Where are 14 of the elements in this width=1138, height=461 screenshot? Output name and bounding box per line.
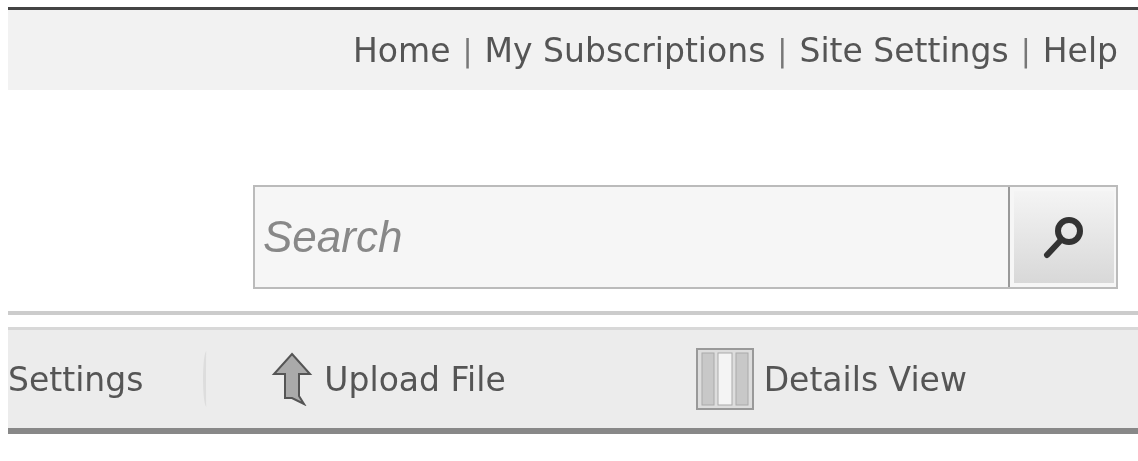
nav-link[interactable]: Help xyxy=(1042,30,1118,70)
separator: | xyxy=(1020,32,1031,68)
up-arrow-icon xyxy=(270,352,315,406)
nav-link[interactable]: Home xyxy=(353,30,451,70)
separator: | xyxy=(462,32,473,68)
search-field[interactable]: Search xyxy=(253,185,1118,289)
columns-icon xyxy=(695,348,754,410)
upload-file-button[interactable]: Upload File xyxy=(270,352,506,406)
nav-link[interactable]: My Subscriptions xyxy=(484,30,766,70)
nav-link[interactable]: Site Settings xyxy=(799,30,1009,70)
search-icon xyxy=(1042,214,1086,260)
details-view-button[interactable]: Details View xyxy=(695,348,967,410)
separator: | xyxy=(777,32,788,68)
settings-menu[interactable]: Settings xyxy=(8,359,144,399)
